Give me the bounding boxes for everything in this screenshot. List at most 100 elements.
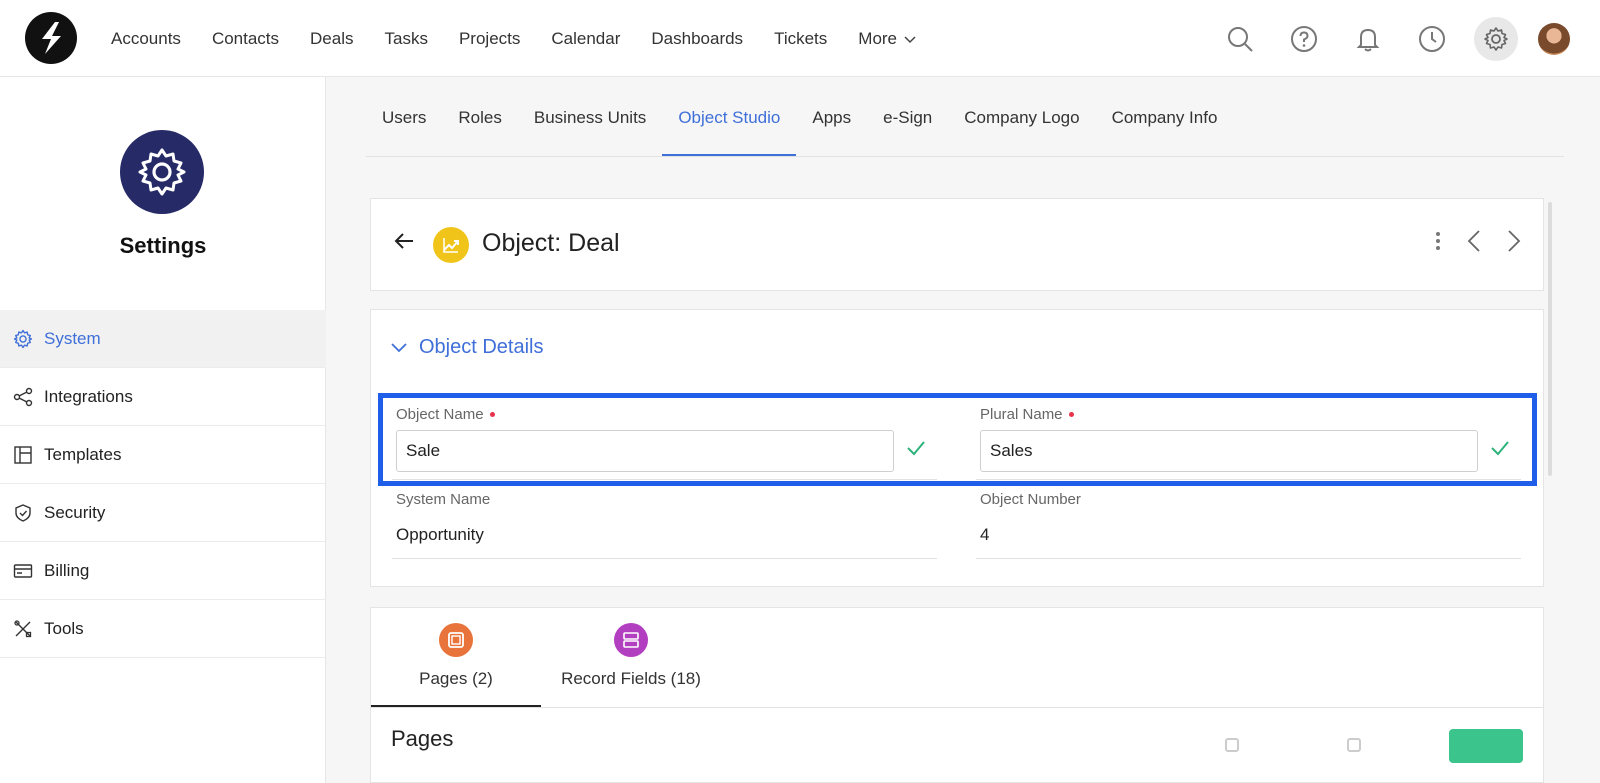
sidebar-item-security[interactable]: Security	[0, 484, 326, 542]
nav-utility-icons	[1198, 0, 1570, 77]
template-icon	[13, 445, 33, 465]
sidebar-item-integrations[interactable]: Integrations	[0, 368, 326, 426]
chevron-down-icon	[904, 35, 916, 43]
main-nav: Accounts Contacts Deals Tasks Projects C…	[111, 0, 948, 77]
plural-name-field: Plural Name Sales	[976, 406, 1521, 480]
nav-dashboards[interactable]: Dashboards	[651, 29, 743, 49]
scrollbar[interactable]	[1548, 202, 1552, 476]
nav-more-label: More	[858, 28, 898, 48]
plural-name-label: Plural Name	[980, 406, 1063, 423]
tab-object-studio[interactable]: Object Studio	[662, 82, 797, 156]
toolbar-icon[interactable]	[1225, 738, 1239, 752]
object-name-input[interactable]: Sale	[396, 430, 894, 472]
check-icon[interactable]	[1490, 440, 1510, 461]
app-logo[interactable]	[25, 12, 77, 64]
section-title: Object Details	[419, 336, 544, 358]
chevron-down-icon	[391, 342, 407, 352]
object-details-card: Object Details Object Name Sale Plural N…	[370, 309, 1544, 587]
nav-contacts[interactable]: Contacts	[212, 29, 279, 49]
tab-company-logo[interactable]: Company Logo	[948, 82, 1095, 156]
sidebar-item-templates[interactable]: Templates	[0, 426, 326, 484]
chevron-left-icon[interactable]	[1467, 229, 1481, 253]
tab-roles[interactable]: Roles	[442, 82, 517, 156]
top-navigation-bar: Accounts Contacts Deals Tasks Projects C…	[0, 0, 1600, 77]
settings-sidebar: Settings System Integrations Templates S…	[0, 77, 326, 783]
tab-company-info[interactable]: Company Info	[1096, 82, 1234, 156]
nav-projects[interactable]: Projects	[459, 29, 520, 49]
nav-more-dropdown[interactable]: More	[858, 29, 917, 49]
sidebar-item-label: Templates	[44, 444, 122, 464]
plural-name-input[interactable]: Sales	[980, 430, 1478, 472]
divider	[976, 479, 1521, 480]
object-name-label: Object Name	[396, 406, 484, 423]
toolbar-icon[interactable]	[1347, 738, 1361, 752]
sidebar-item-label: Tools	[44, 618, 84, 638]
sidebar-item-label: Security	[44, 502, 106, 522]
sidebar-item-label: System	[44, 328, 101, 348]
nav-tasks[interactable]: Tasks	[385, 29, 428, 49]
settings-badge	[120, 130, 204, 214]
tab-record-fields[interactable]: Record Fields (18)	[541, 608, 721, 707]
sidebar-item-label: Billing	[44, 560, 90, 580]
check-icon[interactable]	[906, 440, 926, 461]
pages-section-title: Pages	[391, 726, 454, 751]
chart-trend-icon	[433, 227, 469, 263]
object-number-value: 4	[980, 525, 990, 544]
sidebar-item-billing[interactable]: Billing	[0, 542, 326, 600]
settings-menu: System Integrations Templates Security B…	[0, 310, 326, 658]
object-number-field: Object Number 4	[976, 491, 1521, 559]
tab-pages-label: Pages (2)	[419, 669, 493, 688]
field-label: Plural Name	[980, 406, 1074, 423]
shield-icon	[13, 503, 33, 523]
object-name-field: Object Name Sale	[392, 406, 937, 480]
tab-business-units[interactable]: Business Units	[518, 82, 662, 156]
clock-icon[interactable]	[1410, 17, 1454, 61]
page-title: Object: Deal	[482, 229, 620, 257]
more-vertical-icon[interactable]	[1435, 231, 1441, 251]
chevron-right-icon[interactable]	[1507, 229, 1521, 253]
divider	[976, 558, 1521, 559]
nav-accounts[interactable]: Accounts	[111, 29, 181, 49]
record-fields-icon	[614, 623, 648, 657]
back-arrow-icon[interactable]	[393, 231, 415, 256]
settings-title: Settings	[119, 233, 207, 258]
tab-apps[interactable]: Apps	[796, 82, 867, 156]
object-header-card: Object: Deal	[370, 198, 1544, 291]
divider	[392, 558, 937, 559]
card-icon	[13, 561, 33, 581]
nav-tickets[interactable]: Tickets	[774, 29, 827, 49]
divider	[392, 479, 937, 480]
logo-icon	[42, 22, 61, 54]
system-name-label: System Name	[396, 491, 491, 508]
header-actions	[1435, 229, 1521, 253]
gear-icon	[138, 148, 186, 196]
object-details-toggle[interactable]: Object Details	[391, 336, 544, 359]
tab-users[interactable]: Users	[366, 82, 442, 156]
help-icon[interactable]	[1282, 17, 1326, 61]
tools-icon	[13, 619, 33, 639]
divider	[371, 707, 1543, 708]
system-name-field: System Name Opportunity	[392, 491, 937, 559]
required-dot	[489, 412, 495, 417]
settings-tabs: Users Roles Business Units Object Studio…	[366, 82, 1564, 157]
gear-icon	[13, 329, 33, 349]
add-page-button[interactable]	[1449, 729, 1523, 763]
field-label: Object Name	[396, 406, 495, 423]
share-icon	[13, 387, 33, 407]
object-number-label: Object Number	[980, 491, 1081, 508]
required-dot	[1068, 412, 1074, 417]
object-components-card: Pages (2) Record Fields (18) Pages	[370, 607, 1544, 783]
search-icon[interactable]	[1218, 17, 1262, 61]
user-avatar[interactable]	[1538, 22, 1570, 55]
bell-icon[interactable]	[1346, 17, 1390, 61]
nav-calendar[interactable]: Calendar	[551, 29, 620, 49]
pages-icon	[439, 623, 473, 657]
nav-deals[interactable]: Deals	[310, 29, 353, 49]
tab-pages[interactable]: Pages (2)	[371, 608, 541, 707]
sidebar-item-label: Integrations	[44, 386, 133, 406]
sidebar-item-tools[interactable]: Tools	[0, 600, 326, 658]
gear-icon[interactable]	[1474, 16, 1518, 61]
tab-e-sign[interactable]: e-Sign	[867, 82, 948, 156]
system-name-value: Opportunity	[396, 525, 484, 544]
sidebar-item-system[interactable]: System	[0, 310, 326, 368]
